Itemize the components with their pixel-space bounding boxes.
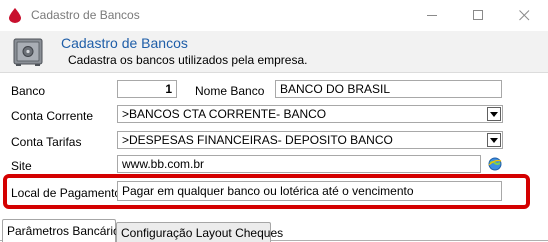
header-subtitle: Cadastra os bancos utilizados pela empre… [68, 53, 308, 67]
header-title: Cadastro de Bancos [61, 35, 188, 51]
nome-banco-field[interactable]: BANCO DO BRASIL [275, 80, 502, 98]
conta-tarifas-label: Conta Tarifas [11, 135, 82, 149]
maximize-button[interactable] [455, 0, 501, 30]
site-label: Site [11, 159, 32, 173]
safe-icon [13, 38, 43, 66]
close-button[interactable] [501, 0, 547, 30]
conta-corrente-dropdown-button[interactable] [487, 107, 501, 121]
maximize-icon [472, 9, 483, 20]
tab-configuracao-layout-cheques[interactable]: Configuração Layout Cheques [116, 222, 283, 242]
banco-label: Banco [11, 84, 46, 98]
conta-tarifas-select[interactable]: >DESPESAS FINANCEIRAS- DEPOSITO BANCO [117, 131, 503, 149]
header-panel: Cadastro de Bancos Cadastra os bancos ut… [0, 31, 548, 73]
window-title: Cadastro de Bancos [31, 8, 140, 22]
tab-parametros-bancarios[interactable]: Parâmetros Bancários [2, 219, 126, 242]
globe-icon[interactable] [488, 157, 502, 171]
minimize-icon [426, 14, 437, 16]
drop-icon [9, 8, 21, 23]
conta-corrente-select[interactable]: >BANCOS CTA CORRENTE- BANCO [117, 105, 503, 123]
highlight-box [3, 174, 530, 209]
conta-corrente-label: Conta Corrente [11, 109, 94, 123]
minimize-button[interactable] [409, 0, 455, 30]
banco-field[interactable]: 1 [117, 80, 177, 98]
conta-tarifas-dropdown-button[interactable] [487, 133, 501, 147]
nome-banco-label: Nome Banco [195, 84, 265, 98]
title-bar: Cadastro de Bancos [0, 0, 548, 31]
chevron-down-icon [490, 111, 498, 117]
site-field[interactable]: www.bb.com.br [117, 155, 481, 173]
chevron-down-icon [490, 137, 498, 143]
close-icon [518, 9, 529, 20]
